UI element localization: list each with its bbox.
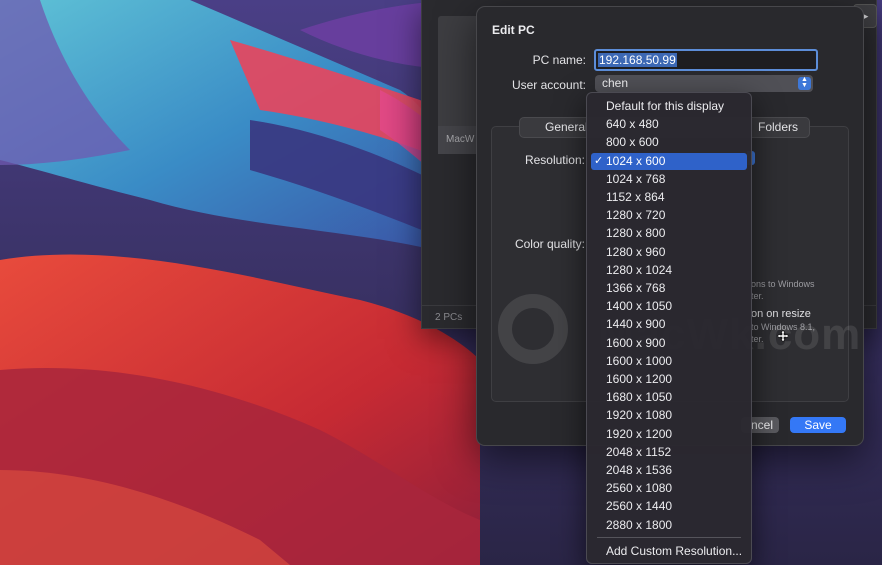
- pc-name-value: 192.168.50.99: [598, 53, 677, 67]
- resolution-option-label: 1440 x 900: [606, 317, 666, 332]
- resolution-option[interactable]: 1600 x 900: [591, 335, 747, 352]
- move-cursor-icon: [777, 330, 789, 342]
- resolution-option-label: 1280 x 720: [606, 208, 666, 223]
- option-note-b-line2: ter.: [751, 334, 764, 344]
- pc-name-label: PC name:: [532, 53, 586, 67]
- resolution-option[interactable]: 1366 x 768: [591, 280, 747, 297]
- resolution-option-label: 2560 x 1080: [606, 481, 673, 496]
- resolution-option[interactable]: 640 x 480: [591, 116, 747, 133]
- resolution-option-label: 2048 x 1536: [606, 463, 673, 477]
- user-account-label: User account:: [511, 78, 586, 92]
- update-on-resize-option[interactable]: on on resize: [751, 308, 811, 320]
- resolution-option[interactable]: 800 x 600: [591, 134, 747, 151]
- option-note-a-line2: ter.: [751, 291, 764, 301]
- resolution-option[interactable]: 1280 x 960: [591, 244, 747, 261]
- resolution-option-label: 1280 x 1024: [606, 262, 673, 277]
- resolution-option-label: 1920 x 1080: [606, 408, 673, 423]
- user-account-select[interactable]: chen ▲ ▼: [595, 75, 813, 92]
- resolution-label: Resolution:: [524, 153, 585, 167]
- resolution-option-label: 2880 x 1800: [606, 517, 673, 532]
- resolution-option[interactable]: 1024 x 768: [591, 171, 747, 188]
- chevron-updown-icon: ▲ ▼: [798, 76, 811, 90]
- resolution-option[interactable]: 2048 x 1152: [591, 444, 747, 461]
- resolution-option[interactable]: 1280 x 1024: [591, 262, 747, 279]
- menu-separator: [597, 537, 741, 538]
- resolution-option[interactable]: 1280 x 720: [591, 207, 747, 224]
- user-account-value: chen: [602, 76, 629, 90]
- resolution-option-label: 1600 x 1200: [606, 372, 673, 386]
- resolution-option-label: 1400 x 1050: [606, 299, 673, 314]
- resolution-option[interactable]: 1440 x 900: [591, 316, 747, 333]
- resolution-option-label: 1920 x 1200: [606, 426, 673, 441]
- resolution-option[interactable]: Default for this display: [591, 98, 747, 115]
- save-button[interactable]: Save: [790, 417, 846, 433]
- resolution-option-label: 1152 x 864: [606, 190, 665, 204]
- resolution-option-label: 2560 x 1440: [606, 499, 673, 514]
- resolution-option[interactable]: 1920 x 1200: [591, 426, 747, 443]
- pc-name-input[interactable]: 192.168.50.99: [594, 49, 818, 71]
- resolution-option-label: 2048 x 1152: [606, 444, 672, 459]
- color-quality-label: Color quality:: [514, 237, 585, 251]
- resolution-option[interactable]: 1152 x 864: [591, 189, 747, 206]
- sheet-title: Edit PC: [492, 23, 535, 37]
- resolution-option-label: 1280 x 800: [606, 226, 666, 241]
- resolution-option-label: 800 x 600: [606, 135, 659, 150]
- resolution-option-label: 1680 x 1050: [606, 390, 673, 405]
- resolution-option-label: 1024 x 768: [606, 171, 666, 186]
- resolution-option-label: 1280 x 960: [606, 244, 666, 259]
- resolution-option-label: 1600 x 900: [606, 335, 666, 350]
- resolution-option[interactable]: 2880 x 1800: [591, 517, 747, 534]
- resolution-option[interactable]: 2048 x 1536: [591, 462, 747, 479]
- resolution-option[interactable]: 1280 x 800: [591, 225, 747, 242]
- resolution-option[interactable]: 1920 x 1080: [591, 407, 747, 424]
- resolution-dropdown-menu: Default for this display 640 x 480 800 x 6…: [586, 92, 752, 564]
- resolution-option-label: 1024 x 600: [606, 153, 666, 168]
- resolution-option[interactable]: 1600 x 1200: [591, 371, 747, 388]
- resolution-option[interactable]: 1680 x 1050: [591, 389, 747, 406]
- option-note-a-line1: ons to Windows: [751, 279, 815, 289]
- resolution-option-label: 1366 x 768: [606, 281, 666, 295]
- resolution-option-label: Default for this display: [606, 99, 725, 113]
- resolution-option[interactable]: 1400 x 1050: [591, 298, 747, 315]
- resolution-option[interactable]: ✓ 1024 x 600: [591, 152, 747, 170]
- resolution-option[interactable]: 2560 x 1080: [591, 480, 747, 497]
- pc-thumbnail-label: MacW: [438, 126, 480, 154]
- tab-general[interactable]: General: [545, 118, 588, 137]
- resolution-option[interactable]: 2560 x 1440: [591, 498, 747, 515]
- resolution-option[interactable]: 1600 x 1000: [591, 353, 747, 370]
- tab-folders[interactable]: Folders: [758, 118, 798, 137]
- add-custom-resolution-item[interactable]: Add Custom Resolution...: [591, 543, 747, 560]
- resolution-option-label: 640 x 480: [606, 117, 659, 132]
- checkmark-icon: ✓: [594, 154, 604, 167]
- resolution-option-label: 1600 x 1000: [606, 353, 673, 368]
